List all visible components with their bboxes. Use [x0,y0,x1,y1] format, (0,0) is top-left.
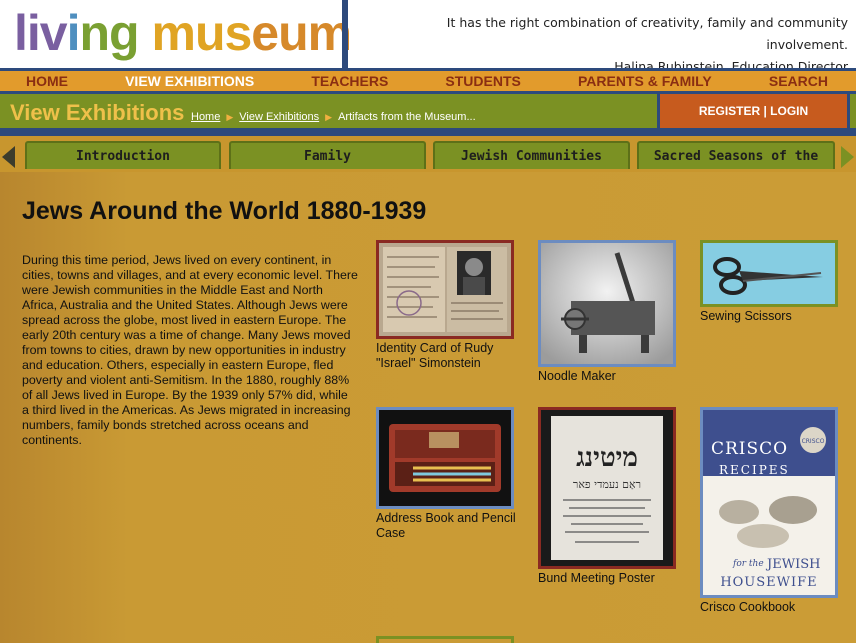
address-book-image[interactable] [376,407,514,509]
header-divider [342,0,348,68]
poster-subhead: ראַם נעמדי פאר [573,478,641,491]
bund-poster-illustration: מיטינג ראַם נעמדי פאר [541,410,673,566]
artifact-caption[interactable]: Address Book and Pencil Case [376,511,516,541]
crisco-housewife: HOUSEWIFE [720,575,817,590]
artifact-identity-card[interactable]: Identity Card of Rudy "Israel" Simonstei… [376,240,516,371]
page-title: Jews Around the World 1880-1939 [22,197,427,225]
section-titlebar: View Exhibitions Home ▶ View Exhibitions… [0,94,856,132]
crisco-cover-illustration: CRISCO RECIPES CRISCO for the JEWISH HOU… [703,410,835,595]
nav-students[interactable]: STUDENTS [445,73,520,89]
breadcrumb-arrow-icon: ▶ [226,111,234,122]
breadcrumb-home-link[interactable]: Home [191,111,220,123]
logo-part: ng [79,5,140,61]
main-nav: HOME VIEW EXHIBITIONS TEACHERS STUDENTS … [0,68,856,94]
breadcrumb: Home ▶ View Exhibitions ▶ Artifacts from… [191,111,476,123]
identity-card-illustration [379,243,511,336]
artifact-thumbnail-partial[interactable] [376,636,514,643]
tab-sacred-seasons[interactable]: Sacred Seasons of the J... [637,141,835,192]
crisco-title: CRISCO [711,439,788,459]
tab-jewish-communities[interactable]: Jewish Communities [433,141,630,169]
artifact-address-book[interactable]: Address Book and Pencil Case [376,407,516,541]
nav-view-exhibitions[interactable]: VIEW EXHIBITIONS [125,73,254,89]
tab-introduction[interactable]: Introduction [25,141,221,169]
address-book-illustration [379,410,511,506]
exhibition-tabs: Introduction Family Jewish Communities S… [0,132,856,192]
artifact-crisco-cookbook[interactable]: CRISCO RECIPES CRISCO for the JEWISH HOU… [700,407,840,615]
crisco-subtitle: RECIPES [719,463,790,477]
crisco-for-the: for the [732,559,764,569]
logo-part: i [66,5,81,61]
crisco-cookbook-image[interactable]: CRISCO RECIPES CRISCO for the JEWISH HOU… [700,407,838,598]
nav-home[interactable]: HOME [26,73,68,89]
artifact-caption[interactable]: Noodle Maker [538,369,678,384]
identity-card-image[interactable] [376,240,514,339]
breadcrumb-exhibitions-link[interactable]: View Exhibitions [239,111,319,123]
artifact-caption[interactable]: Sewing Scissors [700,309,840,324]
breadcrumb-arrow-icon: ▶ [325,111,333,122]
poster-headline: מיטינג [576,443,638,473]
crisco-jewish: JEWISH [765,557,820,572]
site-logo[interactable]: living museum [14,2,352,64]
logo-part: eum [251,5,352,61]
nav-parents-family[interactable]: PARENTS & FAMILY [578,73,712,89]
artifact-caption[interactable]: Bund Meeting Poster [538,571,678,586]
site-header: living museum It has the right combinati… [0,0,856,74]
sewing-scissors-image[interactable] [700,240,838,307]
logo-part: mus [138,5,252,61]
register-login-button[interactable]: REGISTER | LOGIN [657,94,850,128]
artifact-sewing-scissors[interactable]: Sewing Scissors [700,240,840,324]
nav-teachers[interactable]: TEACHERS [311,73,388,89]
quote-text: It has the right combination of creativi… [446,15,848,52]
noodle-maker-illustration [541,243,673,364]
breadcrumb-current: Artifacts from the Museum... [338,111,476,123]
scissors-illustration [703,243,835,304]
artifact-caption[interactable]: Identity Card of Rudy "Israel" Simonstei… [376,341,516,371]
artifact-caption[interactable]: Crisco Cookbook [700,600,840,615]
intro-paragraph: During this time period, Jews lived on e… [22,253,358,447]
tabs-prev-arrow-icon[interactable] [2,146,15,168]
noodle-maker-image[interactable] [538,240,676,367]
bund-poster-image[interactable]: מיטינג ראַם נעמדי פאר [538,407,676,569]
artifact-bund-poster[interactable]: מיטינג ראַם נעמדי פאר Bund Meeting Poste… [538,407,678,586]
tab-family[interactable]: Family [229,141,426,169]
crisco-can-label: CRISCO [802,438,825,445]
tabs-next-arrow-icon[interactable] [841,146,854,168]
section-title: View Exhibitions [10,100,185,125]
nav-search[interactable]: SEARCH [769,73,828,89]
artifact-noodle-maker[interactable]: Noodle Maker [538,240,678,384]
logo-part: liv [14,5,68,61]
